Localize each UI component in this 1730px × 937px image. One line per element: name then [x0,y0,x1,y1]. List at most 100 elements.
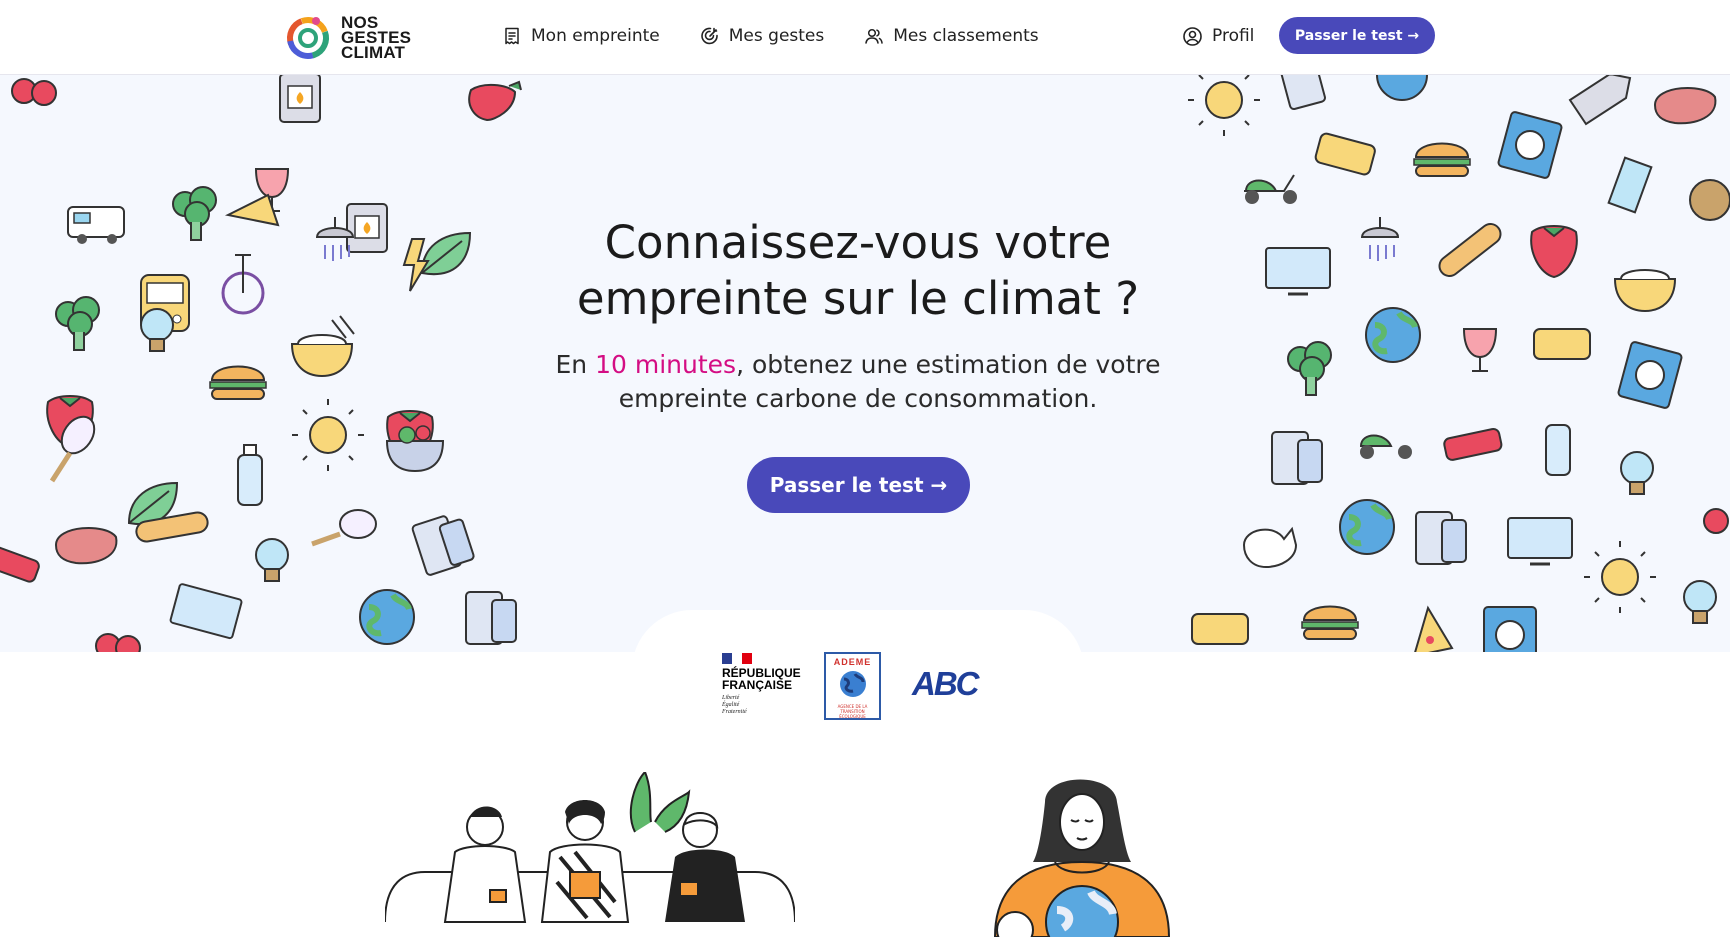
monitor-icon [1507,517,1573,566]
taxi-icon [1533,328,1591,360]
leaf-icon [420,231,472,276]
hero-subtitle: En 10 minutes, obtenez une estimation de… [520,348,1196,416]
steak-icon [54,527,118,565]
nav-item-mon-empreinte[interactable]: Mon empreinte [502,26,660,46]
light-bulb-icon [140,308,174,352]
devices-icon [1415,511,1467,565]
woman-holding-earth-illustration [993,779,1171,937]
logo-line-3: CLIMAT [341,42,406,62]
globe-icon [1339,499,1395,555]
left-decorative-pattern [0,75,522,652]
globe-icon [1376,75,1428,101]
car-icon [0,544,40,583]
partners-logos: RÉPUBLIQUE FRANÇAISE Liberté Égalité Fra… [0,640,1730,740]
light-bulb-icon [1683,580,1717,624]
car-icon [1443,427,1503,461]
rf-motto-3: Fraternité [722,709,747,715]
logo-ring-icon [287,16,329,59]
broccoli-icon [1287,341,1332,396]
abc-logo[interactable]: ABC [912,665,979,703]
devices-icon [411,515,475,576]
earth-icon [839,671,866,697]
tennis-racket-icon [311,509,377,547]
rf-line-2: FRANÇAISE [722,678,793,692]
target-icon [700,27,718,45]
rocket-icon [1568,75,1632,126]
sun-icon [292,399,364,471]
burger-icon [209,365,267,400]
french-flag-icon [722,653,752,664]
nav-item-label: Mes gestes [728,26,825,46]
devices-icon [465,591,517,645]
ademe-logo[interactable]: ADEME AGENCE DE LA TRANSITION ÉCOLOGIQUE [824,652,881,720]
right-decorative-pattern [1188,75,1730,652]
scooter-icon [1244,174,1297,204]
subtitle-prefix: En [555,350,596,379]
light-bulb-icon [255,538,289,582]
profile-label: Profil [1212,26,1255,46]
nav-item-label: Mes classements [893,26,1039,46]
devices-icon [1271,431,1323,485]
broccoli-icon [55,296,100,351]
ademe-name: ADEME [833,657,872,667]
nav-item-label: Mon empreinte [531,26,660,46]
chicken-icon [1242,526,1298,569]
teddy-icon [1689,179,1730,221]
people-icon [865,28,883,44]
nav-item-mes-gestes[interactable]: Mes gestes [700,26,824,46]
washing-machine-icon [1617,341,1683,409]
shower-icon [1360,217,1400,261]
rf-motto-2: Égalité [722,702,740,708]
light-bulb-icon [1620,451,1654,495]
taxi-icon [1314,132,1376,176]
rf-motto: Liberté Égalité Fraternité [722,695,794,716]
nos-gestes-climat-logo[interactable]: NOS GESTES CLIMAT [283,10,411,64]
broccoli-icon [172,186,217,241]
sun-icon [1188,75,1260,136]
rice-bowl-icon [290,315,355,378]
sun-icon [1584,541,1656,613]
subtitle-accent: 10 minutes [595,350,737,379]
cherries-icon [11,78,57,106]
stove-icon [279,75,321,123]
main-nav: Mon empreinte Mes gestes Mes classements [502,22,1039,50]
monitor-icon [169,583,243,640]
ademe-sub: AGENCE DE LA TRANSITION ÉCOLOGIQUE [837,704,868,719]
rice-bowl-icon [1613,269,1677,313]
logo-text: NOS GESTES CLIMAT [341,14,411,62]
wine-glass-icon [1462,328,1498,372]
scooter-icon [1359,434,1412,459]
republique-francaise-logo[interactable]: RÉPUBLIQUE FRANÇAISE Liberté Égalité Fra… [722,653,801,716]
burger-icon [1301,605,1359,640]
bottle-icon [1545,424,1571,476]
friends-on-sofa-illustration [385,772,795,923]
strawberry-icon [1530,225,1578,279]
devices-icon [1277,75,1326,111]
washing-machine-icon [1497,111,1563,179]
user-circle-icon [1183,26,1202,46]
van-icon [67,206,125,244]
profile-link[interactable]: Profil [1182,22,1254,50]
strawberry-icon [468,80,522,122]
stove-icon [346,203,388,253]
milk-icon [1607,156,1653,214]
site-header: NOS GESTES CLIMAT Mon empreinte Mes gest… [0,0,1730,75]
nav-item-mes-classements[interactable]: Mes classements [864,26,1039,46]
cheese-icon [224,193,280,227]
burger-icon [1413,142,1471,177]
globe-icon [1365,307,1421,363]
unicycle-icon [221,254,265,315]
rf-motto-1: Liberté [722,695,740,701]
lightning-icon [402,238,430,292]
hero-section: Connaissez-vous votre empreinte sur le c… [0,75,1730,652]
hero-start-test-button[interactable]: Passer le test → [747,457,970,513]
bottle-icon [237,444,263,506]
steak-icon [1653,87,1717,125]
globe-icon [359,589,415,645]
monitor-icon [1265,247,1331,296]
hero-title: Connaissez-vous votre empreinte sur le c… [576,216,1140,325]
document-icon [505,27,519,45]
cherries-icon [1703,508,1729,534]
header-start-test-button[interactable]: Passer le test → [1279,17,1435,54]
baguette-icon [1438,222,1502,278]
